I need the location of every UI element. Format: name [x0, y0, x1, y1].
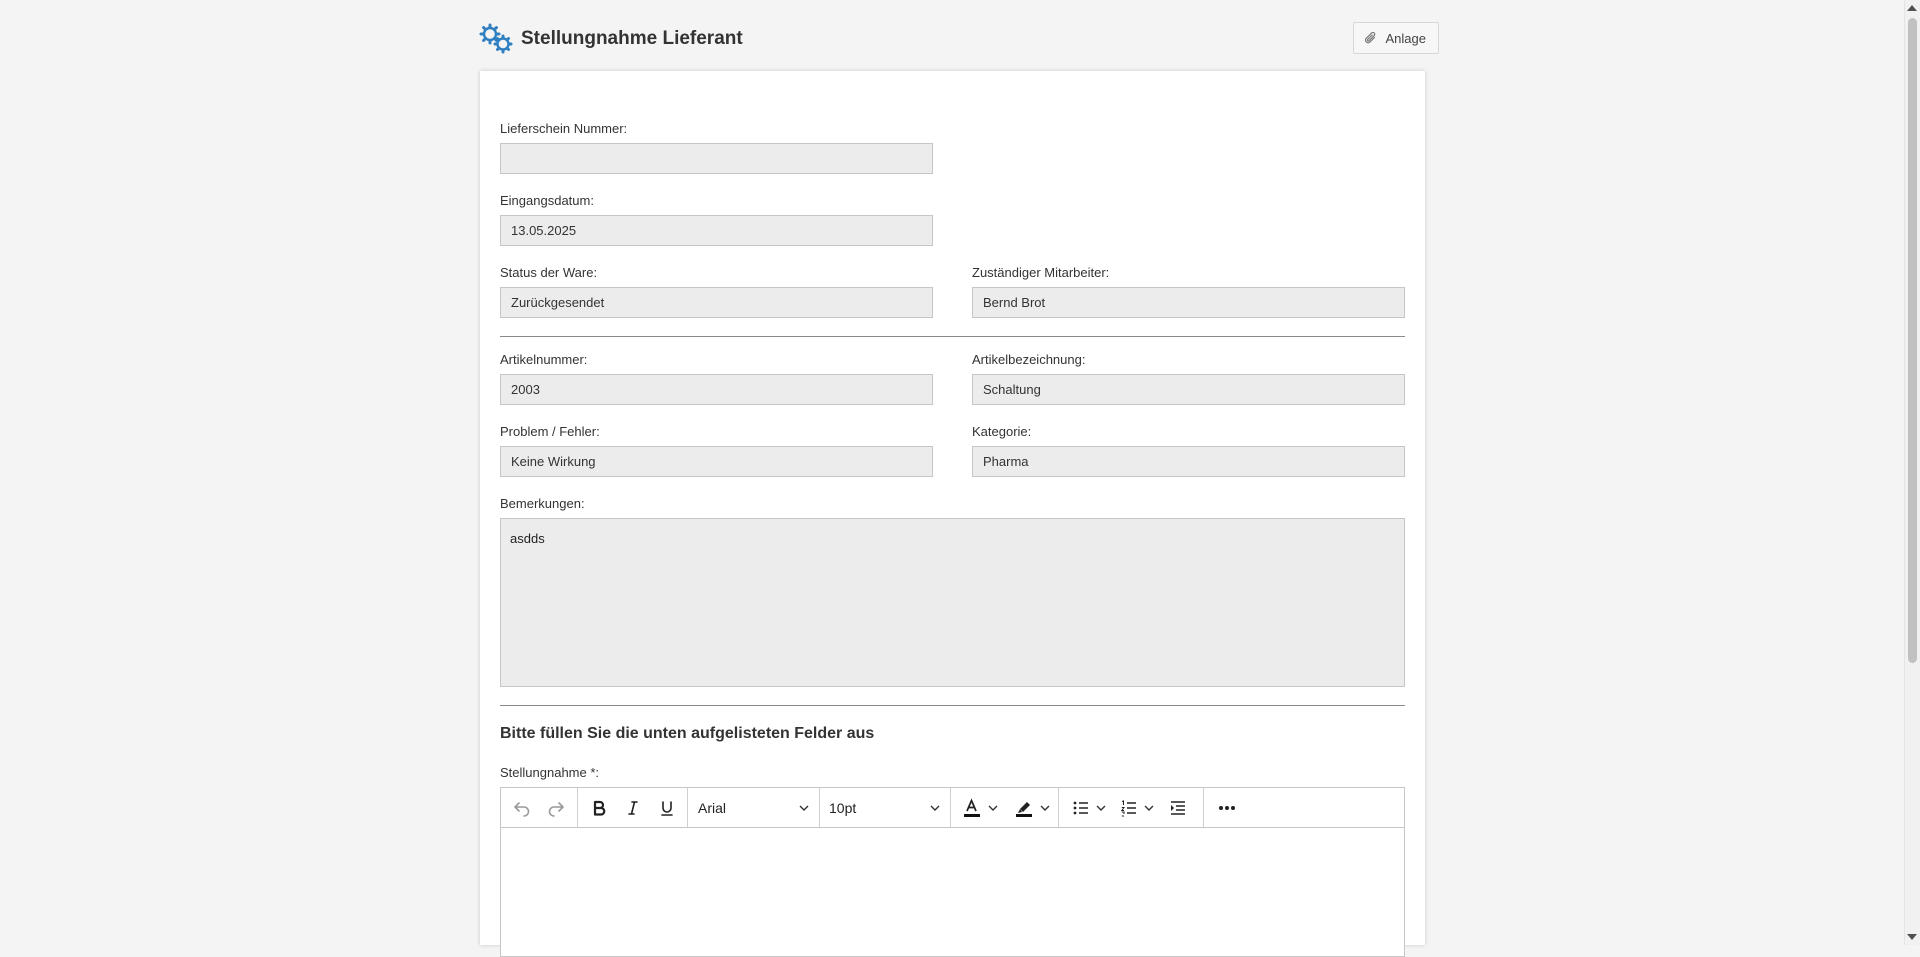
artikelbezeichnung-label: Artikelbezeichnung: [972, 352, 1086, 367]
font-size-value: 10pt [829, 799, 857, 816]
color-group [950, 788, 1059, 827]
status-label: Status der Ware: [500, 265, 598, 280]
mitarbeiter-label: Zuständiger Mitarbeiter: [972, 265, 1110, 280]
font-family-select[interactable]: Arial [688, 792, 819, 824]
more-button[interactable] [1210, 792, 1244, 824]
undo-button[interactable] [505, 792, 539, 824]
attachment-label: Anlage [1385, 30, 1426, 46]
kategorie-field[interactable]: Pharma [972, 446, 1405, 477]
problem-field[interactable]: Keine Wirkung [500, 446, 933, 477]
undo-icon [514, 801, 530, 817]
section-divider [500, 336, 1405, 337]
italic-button[interactable] [616, 792, 650, 824]
artikelnummer-label: Artikelnummer: [500, 352, 588, 367]
bold-button[interactable] [582, 792, 616, 824]
bemerkungen-label: Bemerkungen: [500, 496, 585, 511]
more-icon [1219, 805, 1235, 810]
chevron-down-icon [1040, 805, 1050, 811]
indent-icon [1171, 800, 1185, 815]
kategorie-label: Kategorie: [972, 424, 1032, 439]
editor-content-area[interactable] [501, 828, 1404, 956]
chevron-down-icon [1096, 805, 1106, 811]
chevron-down-icon [988, 805, 998, 811]
page-title: Stellungnahme Lieferant [521, 28, 743, 49]
bold-icon [593, 800, 606, 816]
font-size-group: 10pt [819, 788, 951, 827]
stellungnahme-label: Stellungnahme *: [500, 765, 600, 780]
font-family-value: Arial [698, 799, 727, 816]
chevron-down-icon [799, 805, 809, 811]
paperclip-icon [1364, 31, 1375, 44]
more-group [1204, 788, 1249, 827]
artikelbezeichnung-field[interactable]: Schaltung [972, 374, 1405, 405]
font-size-select[interactable]: 10pt [819, 792, 950, 824]
highlight-button[interactable] [1008, 792, 1056, 824]
editor-toolbar: Arial 10pt [501, 788, 1404, 828]
bemerkungen-textarea[interactable]: asdds [500, 518, 1405, 687]
chevron-down-icon [1144, 805, 1154, 811]
page-header: Stellungnahme Lieferant Anlage [479, 20, 1439, 60]
redo-icon [548, 801, 564, 817]
bullet-list-button[interactable] [1065, 792, 1113, 824]
problem-label: Problem / Fehler: [500, 424, 600, 439]
highlight-icon [1016, 801, 1032, 817]
status-field[interactable]: Zurückgesendet [500, 287, 933, 318]
scroll-down-arrow-icon[interactable] [1907, 934, 1917, 940]
numbered-list-button[interactable] [1113, 792, 1161, 824]
attachment-button[interactable]: Anlage [1352, 22, 1439, 54]
form-card: Lieferschein Nummer: Eingangsdatum: 13.0… [480, 71, 1425, 957]
italic-icon [628, 800, 638, 815]
lieferschein-label: Lieferschein Nummer: [500, 121, 628, 136]
bullet-list-icon [1073, 801, 1088, 814]
artikelnummer-field[interactable]: 2003 [500, 374, 933, 405]
underline-button[interactable] [650, 792, 684, 824]
indent-button[interactable] [1161, 792, 1195, 824]
section-heading: Bitte füllen Sie die unten aufgelisteten… [500, 725, 875, 742]
settings-gears-icon [479, 23, 513, 54]
chevron-down-icon [930, 805, 940, 811]
scroll-up-arrow-icon[interactable] [1907, 5, 1917, 11]
scrollbar-thumb[interactable] [1908, 18, 1917, 663]
text-color-icon [964, 797, 980, 817]
mitarbeiter-field[interactable]: Bernd Brot [972, 287, 1405, 318]
format-group [578, 788, 688, 827]
stellungnahme-editor: Arial 10pt [500, 787, 1405, 957]
eingangsdatum-label: Eingangsdatum: [500, 193, 594, 208]
font-family-group: Arial [688, 788, 820, 827]
section-divider [500, 705, 1405, 706]
page-scrollbar[interactable] [1904, 0, 1920, 945]
eingangsdatum-field[interactable]: 13.05.2025 [500, 215, 933, 246]
list-group [1059, 788, 1204, 827]
text-color-button[interactable] [956, 792, 1004, 824]
redo-button[interactable] [539, 792, 573, 824]
underline-icon [661, 800, 673, 816]
numbered-list-icon [1120, 799, 1136, 816]
history-group [501, 788, 578, 827]
lieferschein-field[interactable] [500, 143, 933, 174]
